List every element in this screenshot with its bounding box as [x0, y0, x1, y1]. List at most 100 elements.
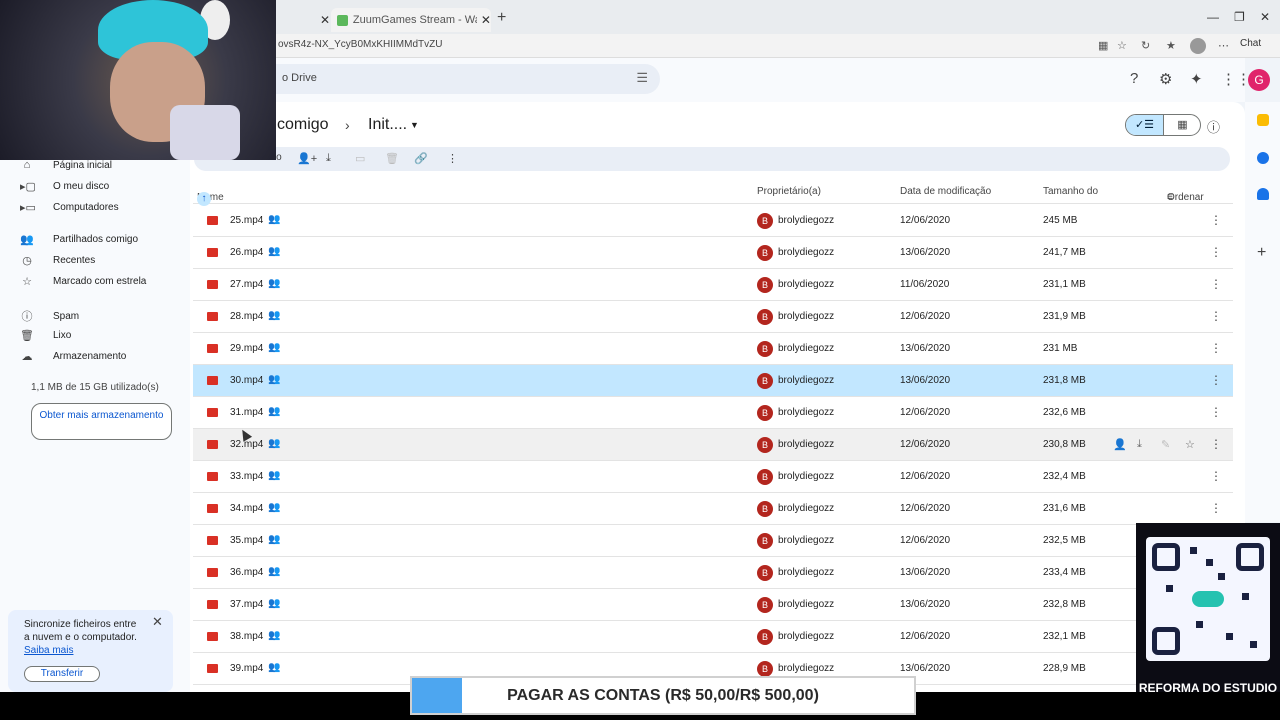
download-icon[interactable]: ⤓ — [326, 152, 331, 165]
caret-down-icon[interactable]: ▼ — [410, 120, 419, 130]
close-tab-icon[interactable]: ✕ — [481, 13, 491, 27]
sidebar-item-spam[interactable]: ⓘ Spam — [20, 308, 80, 324]
favorite-star-icon[interactable]: ☆ — [1117, 39, 1127, 52]
new-tab-icon[interactable]: + — [497, 9, 506, 27]
breadcrumb-parent[interactable]: comigo — [277, 116, 329, 134]
info-icon[interactable]: ⓘ — [1207, 117, 1220, 136]
file-name[interactable]: 26.mp4 — [230, 247, 263, 258]
table-row[interactable]: 28.mp4 👥 Bbrolydiegozz 12/06/2020 231,9 MB ⋮ — [193, 301, 1233, 333]
close-tab-icon[interactable]: ✕ — [320, 13, 330, 27]
table-row[interactable]: 30.mp4 👥 Bbrolydiegozz 13/06/2020 231,8 MB ⋮ — [193, 365, 1233, 397]
minimize-icon[interactable]: — — [1207, 10, 1219, 24]
tasks-icon[interactable] — [1257, 152, 1269, 164]
table-row[interactable]: 26.mp4 👥 Bbrolydiegozz 13/06/2020 241,7 MB ⋮ — [193, 237, 1233, 269]
sidebar-item-trash[interactable]: 🗑 Lixo — [20, 329, 71, 342]
table-row[interactable]: 27.mp4 👥 Bbrolydiegozz 11/06/2020 231,1 MB ⋮ — [193, 269, 1233, 301]
file-name[interactable]: 32.mp4 — [230, 439, 263, 450]
file-name[interactable]: 38.mp4 — [230, 631, 263, 642]
account-avatar[interactable]: G — [1248, 69, 1270, 91]
copilot-chat-button[interactable]: Chat — [1240, 38, 1261, 49]
help-icon[interactable]: ? — [1130, 70, 1138, 87]
grid-view-button[interactable]: ▦ — [1163, 115, 1200, 135]
star-icon[interactable]: ☆ — [1185, 438, 1195, 451]
favorites-icon[interactable]: ★ — [1166, 39, 1176, 52]
download-button[interactable]: Transferir — [24, 666, 100, 682]
close-icon[interactable]: ✕ — [152, 614, 163, 630]
sidebar-item-starred[interactable]: ☆ Marcado com estrela — [20, 275, 146, 288]
more-vert-icon[interactable]: ⋮ — [1210, 437, 1222, 451]
file-name[interactable]: 39.mp4 — [230, 663, 263, 674]
file-name[interactable]: 30.mp4 — [230, 375, 263, 386]
list-view-button[interactable]: ✓☰ — [1126, 115, 1163, 135]
share-icon[interactable]: 👤+ — [297, 152, 317, 165]
breadcrumb-current[interactable]: Init.... — [368, 116, 407, 134]
file-name[interactable]: 28.mp4 — [230, 311, 263, 322]
apps-icon[interactable]: ▦ — [1098, 39, 1108, 52]
sidebar-item-storage[interactable]: ☁ Armazenamento — [20, 350, 127, 363]
close-window-icon[interactable]: ✕ — [1260, 10, 1270, 24]
more-vert-icon[interactable]: ⋮ — [1210, 309, 1222, 323]
keep-icon[interactable] — [1257, 114, 1269, 126]
settings-gear-icon[interactable]: ⚙ — [1159, 70, 1172, 88]
sidebar-item-computers[interactable]: ▸▭ Computadores — [20, 201, 119, 214]
learn-more-link[interactable]: Saiba mais — [24, 645, 73, 656]
table-row[interactable]: 31.mp4 👥 Bbrolydiegozz 12/06/2020 232,6 MB ⋮ — [193, 397, 1233, 429]
file-name[interactable]: 37.mp4 — [230, 599, 263, 610]
sidebar-item-recent[interactable]: ◷ Recentes — [20, 254, 95, 267]
gemini-icon[interactable]: ✦ — [1190, 70, 1203, 88]
more-vert-icon[interactable]: ⋮ — [1210, 501, 1222, 515]
sidebar-item-my-drive[interactable]: ▸▢ O meu disco — [20, 180, 109, 193]
delete-icon[interactable]: 🗑 — [385, 152, 399, 165]
table-row[interactable]: 37.mp4👥Bbrolydiegozz13/06/2020232,8 MB⋮ — [193, 589, 1233, 621]
table-row[interactable]: 35.mp4👥Bbrolydiegozz12/06/2020232,5 MB⋮ — [193, 525, 1233, 557]
sidebar-item-home[interactable]: ⌂ Página inicial — [20, 159, 112, 171]
profile-avatar[interactable] — [1190, 38, 1206, 54]
file-name[interactable]: 33.mp4 — [230, 471, 263, 482]
file-name[interactable]: 25.mp4 — [230, 215, 263, 226]
url-text[interactable]: ovsR4z-NX_YcyB0MxKHIIMMdTvZU — [278, 39, 442, 50]
share-icon[interactable]: 👤 — [1113, 438, 1127, 451]
browser-tab-stream[interactable]: ZuumGames Stream - Watch Liv ✕ — [331, 8, 491, 32]
file-name[interactable]: 35.mp4 — [230, 535, 263, 546]
table-row[interactable]: 34.mp4 👥 Bbrolydiegozz 12/06/2020 231,6 MB ⋮ — [193, 493, 1233, 525]
link-icon[interactable]: 🔗 — [414, 152, 428, 165]
browser-tab-drive[interactable]: ✕ — [270, 8, 330, 32]
rename-icon[interactable]: ✎ — [1161, 438, 1170, 451]
file-name[interactable]: 31.mp4 — [230, 407, 263, 418]
file-name[interactable]: 29.mp4 — [230, 343, 263, 354]
search-options-icon[interactable]: ☰ — [636, 70, 648, 86]
file-name[interactable]: 36.mp4 — [230, 567, 263, 578]
column-size[interactable]: Tamanho do — [1043, 186, 1098, 197]
table-row[interactable]: 32.mp4 👥 Bbrolydiegozz 12/06/2020 230,8 MB ⋮ 👤… — [193, 429, 1233, 461]
sidebar-item-shared[interactable]: 👥 Partilhados comigo — [20, 233, 138, 246]
more-vert-icon[interactable]: ⋮ — [1210, 405, 1222, 419]
column-owner[interactable]: Proprietário(a) — [757, 186, 821, 197]
apps-grid-icon[interactable]: ⋮⋮ — [1221, 70, 1251, 88]
owner-name: brolydiegozz — [778, 567, 835, 578]
sort-arrow-up-icon[interactable]: ↑ — [197, 192, 211, 206]
more-vert-icon[interactable]: ⋮ — [1210, 213, 1222, 227]
more-vert-icon[interactable]: ⋮ — [1210, 277, 1222, 291]
more-vert-icon[interactable]: ⋮ — [1210, 469, 1222, 483]
refresh-icon[interactable]: ↻ — [1141, 39, 1150, 52]
table-row[interactable]: 36.mp4👥Bbrolydiegozz13/06/2020233,4 MB⋮ — [193, 557, 1233, 589]
more-vert-icon[interactable]: ⋮ — [1210, 341, 1222, 355]
move-icon[interactable]: ▭ — [355, 152, 365, 165]
more-vert-icon[interactable]: ⋮ — [1210, 245, 1222, 259]
add-addon-icon[interactable]: + — [1257, 244, 1266, 262]
more-icon[interactable]: ⋯ — [1218, 39, 1229, 52]
table-row[interactable]: 38.mp4👥Bbrolydiegozz12/06/2020232,1 MB⋮ — [193, 621, 1233, 653]
column-modified[interactable]: Data de modificação — [900, 186, 991, 197]
table-row[interactable]: 25.mp4 👥 Bbrolydiegozz 12/06/2020 245 MB ⋮ — [193, 205, 1233, 237]
contacts-icon[interactable] — [1257, 188, 1269, 200]
table-row[interactable]: 29.mp4 👥 Bbrolydiegozz 13/06/2020 231 MB ⋮ — [193, 333, 1233, 365]
search-bar[interactable]: o Drive ☰ — [260, 64, 660, 94]
more-actions-icon[interactable]: ⋮ — [447, 152, 458, 165]
file-name[interactable]: 27.mp4 — [230, 279, 263, 290]
table-row[interactable]: 33.mp4 👥 Bbrolydiegozz 12/06/2020 232,4 MB ⋮ — [193, 461, 1233, 493]
maximize-icon[interactable]: ❐ — [1234, 10, 1245, 24]
file-name[interactable]: 34.mp4 — [230, 503, 263, 514]
more-vert-icon[interactable]: ⋮ — [1210, 373, 1222, 387]
get-more-storage-button[interactable]: Obter mais armazenamento — [31, 403, 172, 440]
download-icon[interactable]: ⤓ — [1137, 438, 1142, 451]
